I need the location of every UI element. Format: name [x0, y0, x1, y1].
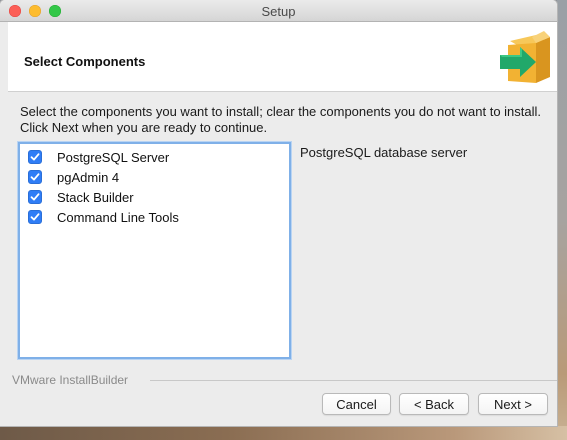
next-button[interactable]: Next > — [478, 393, 548, 415]
component-label: PostgreSQL Server — [57, 149, 170, 165]
component-label: Stack Builder — [57, 189, 134, 205]
component-description: PostgreSQL database server — [300, 145, 468, 160]
cancel-button[interactable]: Cancel — [322, 393, 391, 415]
back-button[interactable]: < Back — [399, 393, 469, 415]
components-list[interactable]: PostgreSQL Server pgAdmin 4 Stack Builde… — [18, 142, 291, 359]
checkbox-checked-icon[interactable] — [28, 150, 42, 164]
component-item-command-line-tools[interactable]: Command Line Tools — [28, 208, 179, 226]
page-header: Select Components — [8, 22, 557, 92]
component-label: pgAdmin 4 — [57, 169, 120, 185]
component-label: Command Line Tools — [57, 209, 179, 225]
installer-box-arrow-icon — [498, 31, 554, 87]
component-item-postgresql-server[interactable]: PostgreSQL Server — [28, 148, 169, 166]
component-item-stack-builder[interactable]: Stack Builder — [28, 188, 134, 206]
checkbox-checked-icon[interactable] — [28, 190, 42, 204]
desktop-background-bottom — [0, 426, 567, 440]
footer-divider — [150, 380, 557, 381]
component-item-pgadmin[interactable]: pgAdmin 4 — [28, 168, 119, 186]
installer-brand-label: VMware InstallBuilder — [12, 373, 129, 387]
checkbox-checked-icon[interactable] — [28, 210, 42, 224]
title-bar[interactable]: Setup — [0, 0, 557, 22]
instructions-text: Select the components you want to instal… — [20, 104, 542, 135]
checkbox-checked-icon[interactable] — [28, 170, 42, 184]
setup-window: Setup Select Components Select the compo… — [0, 0, 557, 426]
desktop-background-right — [557, 0, 567, 440]
page-title: Select Components — [24, 54, 146, 69]
window-title: Setup — [261, 4, 296, 19]
